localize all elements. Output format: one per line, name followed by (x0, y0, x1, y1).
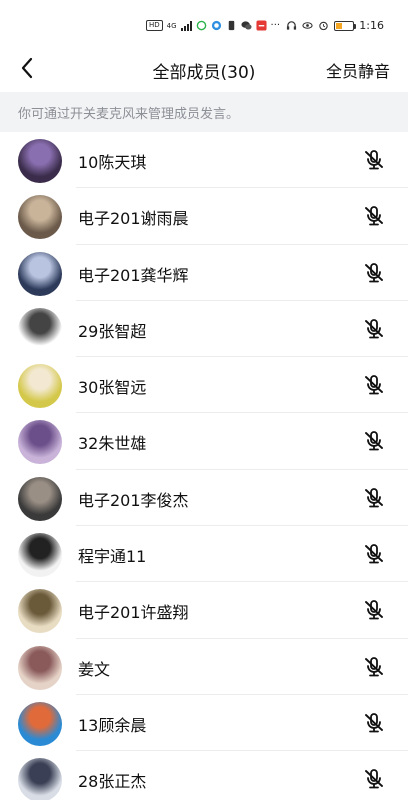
member-name: 电子201李俊杰 (78, 490, 189, 510)
mic-off-icon[interactable] (362, 655, 386, 679)
mic-off-icon[interactable] (362, 373, 386, 397)
member-name: 28张正杰 (78, 772, 147, 792)
mic-off-icon[interactable] (362, 711, 386, 735)
member-row[interactable]: 电子201李俊杰 (0, 470, 408, 527)
photo-avatar[interactable] (18, 476, 62, 521)
mic-off-icon[interactable] (362, 148, 386, 172)
member-row[interactable]: 电子201谢雨晨 (0, 188, 408, 245)
crown-avatar[interactable] (18, 307, 62, 352)
battery-icon (334, 20, 357, 31)
member-name: 13顾余晨 (78, 715, 147, 735)
member-row[interactable]: 30张智远 (0, 357, 408, 414)
app-notification-icon (196, 20, 206, 31)
member-name: 32朱世雄 (78, 434, 147, 454)
member-list: 10陈天琪电子201谢雨晨 电子201龚华辉 29张智超 30张智远 32朱世雄电子20… (0, 132, 408, 800)
status-right-icons: 1:16 (286, 19, 384, 32)
mic-off-icon[interactable] (362, 598, 386, 622)
battery-saver-icon (228, 20, 234, 31)
mic-off-icon[interactable] (362, 486, 386, 510)
member-name: 电子201龚华辉 (78, 265, 189, 285)
mic-off-icon[interactable] (362, 767, 386, 791)
network-type-icon: 4G (166, 21, 177, 30)
member-row[interactable]: 姜文 (0, 639, 408, 696)
photo-avatar[interactable] (18, 195, 62, 240)
mic-off-icon[interactable] (362, 317, 386, 341)
cartoon-avatar[interactable] (18, 701, 62, 746)
wechat-icon (241, 21, 252, 30)
mic-off-icon[interactable] (362, 429, 386, 453)
member-row[interactable]: 电子201许盛翔 (0, 582, 408, 639)
hd-icon: HD (146, 20, 163, 31)
member-name: 姜文 (78, 659, 111, 679)
member-row[interactable]: 电子201龚华辉 (0, 245, 408, 302)
member-row[interactable]: 13顾余晨 (0, 695, 408, 752)
cat-avatar[interactable] (18, 589, 62, 634)
member-name: 10陈天琪 (78, 153, 147, 172)
alarm-icon (319, 21, 329, 31)
member-name: 电子201许盛翔 (78, 603, 189, 623)
status-left-icons: HD 4G ··· (146, 20, 280, 31)
member-name: 程宇通11 (78, 547, 147, 567)
member-name: 电子201谢雨晨 (78, 209, 189, 229)
anime-avatar[interactable] (18, 139, 62, 183)
clock: 1:16 (359, 19, 384, 32)
dog-avatar[interactable] (18, 364, 62, 409)
member-name: 30张智远 (78, 378, 147, 398)
anime-avatar[interactable] (18, 758, 62, 800)
member-name: 29张智超 (78, 321, 147, 341)
anime-avatar[interactable] (18, 420, 62, 465)
member-row[interactable]: 28张正杰 (0, 751, 408, 800)
member-row[interactable]: 29张智超 (0, 301, 408, 358)
mic-off-icon[interactable] (362, 204, 386, 228)
mute-all-button[interactable]: 全员静音 (326, 58, 390, 82)
mic-off-icon[interactable] (362, 261, 386, 285)
signal-icon (180, 20, 192, 31)
hint-text: 你可通过开关麦克风来管理成员发言。 (18, 107, 240, 122)
header: 全部成员(30) 全员静音 (0, 44, 408, 92)
headset-icon (287, 21, 297, 30)
hint-bar: 你可通过开关麦克风来管理成员发言。 (0, 92, 408, 132)
browser-notification-icon (211, 20, 221, 31)
member-row[interactable]: 32朱世雄 (0, 413, 408, 471)
art-avatar[interactable] (18, 645, 62, 690)
mic-off-icon[interactable] (362, 542, 386, 566)
red-app-icon (256, 20, 267, 31)
member-row[interactable]: 10陈天琪 (0, 132, 408, 189)
status-bar: HD 4G ··· 1:16 (0, 0, 408, 44)
eye-icon (302, 22, 313, 29)
manga-avatar[interactable] (18, 533, 62, 578)
more-notifications-icon: ··· (270, 20, 281, 31)
anime-avatar[interactable] (18, 251, 62, 296)
member-row[interactable]: 程宇通11 (0, 526, 408, 583)
